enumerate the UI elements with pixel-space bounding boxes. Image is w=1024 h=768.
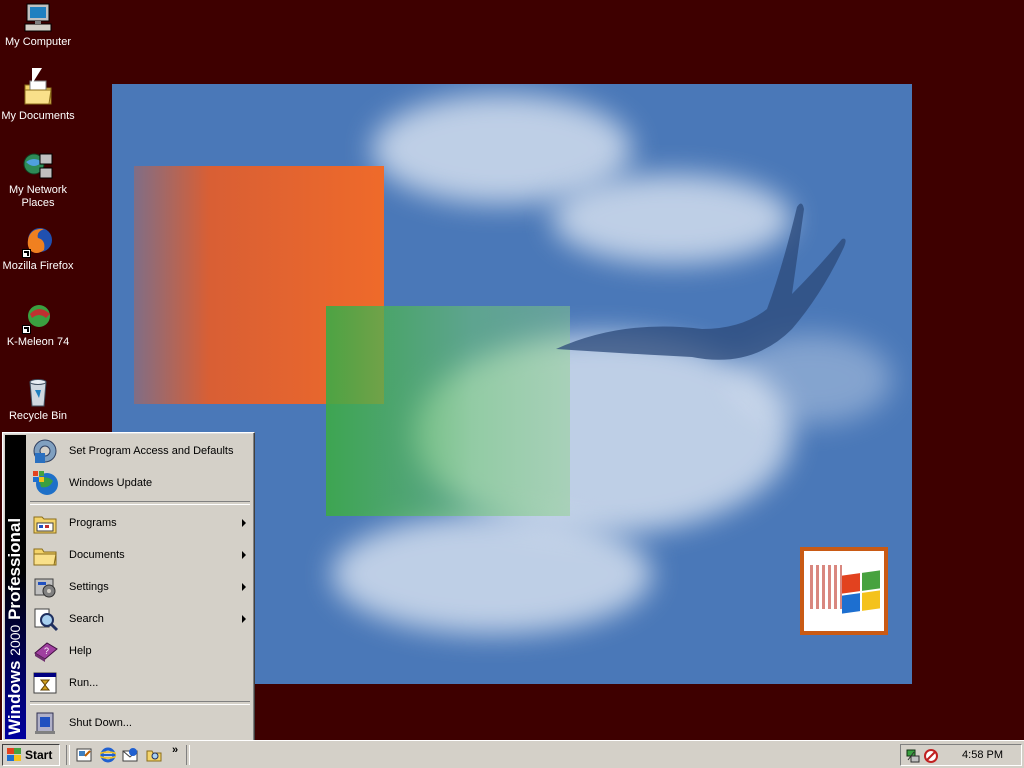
submenu-arrow-icon (242, 519, 246, 527)
menu-item-windows-update[interactable]: Windows Update (28, 467, 252, 499)
submenu-arrow-icon (242, 615, 246, 623)
desktop-icon-label: K-Meleon 74 (6, 336, 70, 348)
run-icon (31, 669, 59, 697)
desktop-icon-label: My Network Places (8, 184, 68, 209)
k-meleon-icon (22, 302, 54, 334)
start-menu: Windows 2000 Professional Set Program Ac… (2, 432, 255, 742)
windows-logo (800, 547, 888, 635)
submenu-arrow-icon (242, 583, 246, 591)
mouse-cursor (32, 68, 42, 84)
banner-edition: Professional (5, 517, 24, 620)
start-button[interactable]: Start (2, 744, 60, 766)
menu-item-programs[interactable]: Programs (28, 507, 252, 539)
menu-item-label: Set Program Access and Defaults (69, 445, 234, 457)
menu-item-label: Documents (69, 549, 125, 561)
start-menu-banner: Windows 2000 Professional (5, 435, 26, 739)
desktop-icon-my-network-places[interactable]: My Network Places (0, 150, 76, 210)
menu-item-label: Windows Update (69, 477, 153, 489)
menu-separator (30, 501, 250, 505)
shutdown-icon (31, 709, 59, 737)
menu-item-documents[interactable]: Documents (28, 539, 252, 571)
desktop-icon-label: My Documents (1, 110, 75, 122)
recycle-bin-icon (22, 376, 54, 408)
menu-item-shut-down[interactable]: Shut Down... (28, 707, 252, 739)
menu-item-help[interactable]: ? Help (28, 635, 252, 667)
desktop-icon-label: Recycle Bin (8, 410, 68, 422)
menu-separator (30, 701, 250, 705)
menu-item-label: Settings (69, 581, 109, 593)
menu-item-label: Programs (69, 517, 117, 529)
desktop-icon-label: Mozilla Firefox (2, 260, 74, 272)
banner-brand: Windows (5, 660, 24, 735)
computer-icon (22, 2, 54, 34)
svg-text:?: ? (44, 646, 49, 656)
diver-silhouette (556, 203, 846, 360)
show-desktop-icon[interactable] (76, 747, 92, 763)
submenu-arrow-icon (242, 551, 246, 559)
windows-flag-icon (6, 748, 22, 762)
settings-icon (31, 573, 59, 601)
desktop-icon-mozilla-firefox[interactable]: Mozilla Firefox (0, 226, 76, 273)
documents-icon (31, 541, 59, 569)
menu-item-label: Run... (69, 677, 99, 689)
quick-launch-more-button[interactable]: » (172, 744, 178, 756)
desktop-icon-recycle-bin[interactable]: Recycle Bin (0, 376, 76, 423)
menu-item-set-program-access[interactable]: Set Program Access and Defaults (28, 435, 252, 467)
shortcut-arrow-icon (22, 325, 31, 334)
system-tray: 4:58 PM (900, 744, 1022, 766)
start-button-label: Start (25, 748, 53, 762)
explorer-search-icon[interactable] (146, 747, 162, 763)
outlook-express-icon[interactable] (122, 747, 138, 763)
desktop-icon-label: My Computer (4, 36, 72, 48)
network-connection-icon[interactable] (905, 748, 921, 764)
menu-item-label: Help (69, 645, 92, 657)
taskbar-clock[interactable]: 4:58 PM (962, 749, 1003, 761)
program-access-icon (31, 437, 59, 465)
menu-item-label: Shut Down... (69, 717, 132, 729)
banner-version: 2000 (7, 624, 23, 656)
help-icon: ? (31, 637, 59, 665)
programs-icon (31, 509, 59, 537)
network-icon (22, 150, 54, 182)
windows-update-icon (31, 469, 59, 497)
taskbar: Start » 4:58 PM (0, 740, 1024, 768)
menu-item-settings[interactable]: Settings (28, 571, 252, 603)
desktop-icon-k-meleon[interactable]: K-Meleon 74 (0, 302, 76, 349)
search-icon (31, 605, 59, 633)
security-alert-icon[interactable] (923, 748, 939, 764)
quick-launch-separator (186, 745, 190, 765)
firefox-icon (22, 226, 54, 258)
green-square (326, 306, 570, 516)
menu-item-label: Search (69, 613, 104, 625)
quick-launch-separator (66, 745, 70, 765)
shortcut-arrow-icon (22, 249, 31, 258)
desktop-icon-my-computer[interactable]: My Computer (0, 2, 76, 49)
menu-item-search[interactable]: Search (28, 603, 252, 635)
internet-explorer-icon[interactable] (98, 747, 118, 763)
menu-item-run[interactable]: Run... (28, 667, 252, 699)
